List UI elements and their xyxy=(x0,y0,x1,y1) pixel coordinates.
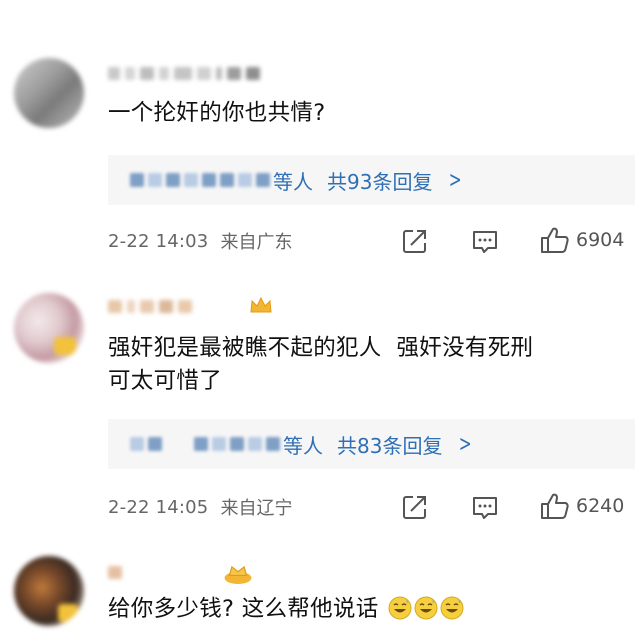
share-icon xyxy=(403,230,426,253)
reply-user-names xyxy=(130,173,270,187)
share-button[interactable] xyxy=(402,494,428,520)
comment-button[interactable] xyxy=(471,229,499,255)
sweat-smile-emoji-icon xyxy=(440,596,464,620)
chevron-right-icon: > xyxy=(459,431,473,457)
comment-text: 强奸犯是最被瞧不起的犯人 强奸没有死刑 可太可惜了 xyxy=(108,332,620,398)
username[interactable] xyxy=(108,295,192,317)
reply-count: 共93条回复 xyxy=(327,169,433,194)
comment-icon xyxy=(473,497,497,519)
comment-location: 来自辽宁 xyxy=(220,498,293,519)
reply-user-names xyxy=(130,437,280,451)
comment-time: 2-22 14:05 xyxy=(108,496,209,518)
share-icon xyxy=(403,496,426,519)
comment-button[interactable] xyxy=(471,495,499,521)
reply-summary[interactable]: 等人 共93条回复 > xyxy=(108,155,635,205)
like-count: 6904 xyxy=(576,229,625,251)
comment-text: 给你多少钱? 这么帮他说话 xyxy=(108,593,620,626)
crown-badge-icon xyxy=(249,296,273,314)
username[interactable] xyxy=(108,62,260,84)
sweat-smile-emoji-icon xyxy=(414,596,438,620)
reply-suffix: 等人 xyxy=(273,169,313,194)
avatar[interactable] xyxy=(14,556,84,626)
comment-text-line: 强奸犯是最被瞧不起的犯人 强奸没有死刑 xyxy=(108,335,534,361)
comment-time: 2-22 14:03 xyxy=(108,230,209,252)
thumbs-up-icon xyxy=(541,493,569,519)
like-count: 6240 xyxy=(576,495,625,517)
crown-badge-icon xyxy=(223,562,253,584)
comment-location: 来自广东 xyxy=(220,232,293,253)
comment-text-body: 给你多少钱? 这么帮他说话 xyxy=(108,596,379,622)
avatar[interactable] xyxy=(14,58,84,128)
avatar[interactable] xyxy=(14,293,84,363)
like-button[interactable]: 6240 xyxy=(540,492,624,520)
sweat-smile-emoji-icon xyxy=(388,596,412,620)
like-button[interactable]: 6904 xyxy=(540,226,624,254)
share-button[interactable] xyxy=(402,228,428,254)
comment-icon xyxy=(473,231,497,253)
comment-text-line: 可太可惜了 xyxy=(108,368,223,394)
reply-summary[interactable]: 等人 共83条回复 > xyxy=(108,419,635,469)
thumbs-up-icon xyxy=(541,227,569,253)
chevron-right-icon: > xyxy=(449,167,463,193)
reply-suffix: 等人 xyxy=(283,433,323,458)
username[interactable] xyxy=(108,561,122,583)
reply-count: 共83条回复 xyxy=(337,433,443,458)
comment-text: 一个抡奸的你也共情? xyxy=(108,100,326,126)
